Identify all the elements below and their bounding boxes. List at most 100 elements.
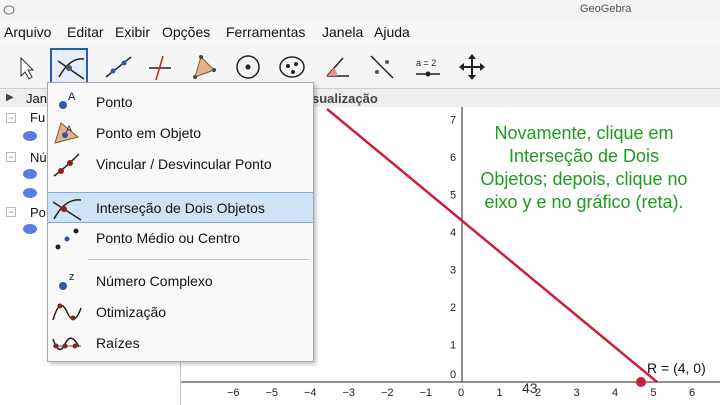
- y-tick-label: 2: [450, 302, 456, 314]
- roots-icon: [52, 337, 81, 351]
- y-tick-labels: 7 6 5 4 3 2 1 0: [450, 115, 456, 382]
- move-graphics-tool-button[interactable]: [452, 48, 490, 84]
- collapse-icon[interactable]: −: [6, 207, 16, 217]
- instruction-note: Novamente, clique em Interseção de Dois …: [480, 123, 688, 212]
- menu-exibir[interactable]: Exibir: [115, 24, 150, 40]
- ellipse-tool-button[interactable]: [272, 48, 310, 84]
- svg-text:z: z: [69, 271, 75, 283]
- move-arrows-icon: [459, 54, 485, 80]
- polygon-tool-button[interactable]: [184, 48, 222, 84]
- y-tick-label: 6: [450, 152, 456, 164]
- menu-item-label: Número Complexo: [96, 273, 213, 289]
- optimization-icon: [52, 303, 82, 321]
- arrow-cursor-icon: [20, 56, 35, 80]
- menu-item-label: Ponto em Objeto: [96, 125, 202, 141]
- x-tick-label: 4: [612, 387, 618, 399]
- x-tick-label: −6: [227, 387, 240, 399]
- menu-janela[interactable]: Janela: [322, 24, 363, 40]
- menu-editar[interactable]: Editar: [67, 24, 104, 40]
- menu-item-ponto-medio[interactable]: Ponto Médio ou Centro: [48, 223, 313, 254]
- y-tick-label: 7: [450, 115, 456, 127]
- intersect-tool-button[interactable]: [50, 48, 88, 84]
- polygon-icon: [193, 55, 216, 79]
- line-tool-button[interactable]: [98, 48, 136, 84]
- x-tick-label: −2: [381, 387, 394, 399]
- intersect-icon: [57, 58, 85, 80]
- collapse-triangle-icon[interactable]: ▶: [6, 92, 14, 103]
- reflect-tool-button[interactable]: [362, 48, 400, 84]
- title-bar: GeoGebra: [0, 0, 720, 21]
- move-tool-button[interactable]: [6, 48, 44, 84]
- window-title: GeoGebra: [580, 3, 632, 15]
- menu-opcoes[interactable]: Opções: [162, 24, 210, 40]
- object-visibility-dot[interactable]: [23, 131, 37, 141]
- collapse-icon[interactable]: −: [6, 113, 16, 123]
- menu-item-intersecao[interactable]: Interseção de Dois Objetos: [48, 192, 313, 223]
- menu-separator: [88, 259, 310, 260]
- menu-item-ponto[interactable]: A Ponto: [48, 87, 313, 118]
- menu-item-label: Interseção de Dois Objetos: [96, 200, 265, 216]
- menu-item-label: Vincular / Desvincular Ponto: [96, 156, 272, 172]
- circle-center-icon: [236, 55, 260, 79]
- x-tick-label: −4: [304, 387, 317, 399]
- line-icon: [105, 56, 132, 78]
- x-tick-labels: −6 −5 −4 −3 −2 −1 0 1 2 3 4 5 6: [227, 387, 695, 399]
- x-tick-label: 0: [458, 387, 464, 399]
- menu-ajuda[interactable]: Ajuda: [374, 24, 410, 40]
- point-tools-dropdown: A Ponto A Ponto em Objeto Vincular / Des…: [47, 82, 314, 362]
- menu-item-numero-complexo[interactable]: z Número Complexo: [48, 266, 313, 297]
- app-icon: [3, 5, 15, 15]
- perpendicular-line-icon: [149, 55, 171, 81]
- x-tick-label: 6: [689, 387, 695, 399]
- menu-ferramentas[interactable]: Ferramentas: [226, 24, 305, 40]
- y-tick-label: 4: [450, 227, 456, 239]
- x-tick-label: 5: [651, 387, 657, 399]
- attach-point-icon: [53, 153, 80, 177]
- point-on-object-icon: A: [54, 122, 80, 144]
- object-visibility-dot[interactable]: [23, 224, 37, 234]
- y-tick-label: 1: [450, 340, 456, 352]
- intersect-icon: [52, 199, 82, 221]
- object-visibility-dot[interactable]: [23, 169, 37, 179]
- menu-item-label: Raízes: [96, 335, 140, 351]
- x-tick-label: −1: [420, 387, 433, 399]
- point-icon: A: [59, 91, 76, 109]
- menu-item-label: Ponto Médio ou Centro: [96, 230, 240, 246]
- reflect-line-icon: [370, 55, 394, 79]
- intersection-point-r[interactable]: [636, 377, 646, 387]
- menu-item-otimizacao[interactable]: Otimização: [48, 297, 313, 328]
- svg-text:A: A: [68, 91, 76, 103]
- y-tick-label: 0: [450, 369, 456, 381]
- menu-item-label: Ponto: [96, 94, 133, 110]
- point-label: R = (4, 0): [647, 360, 706, 376]
- graphics-header-label: sualização: [312, 91, 378, 106]
- x-tick-label: 1: [497, 387, 503, 399]
- menu-item-ponto-em-objeto[interactable]: A Ponto em Objeto: [48, 118, 313, 149]
- angle-icon: [326, 57, 349, 77]
- algebra-node-points[interactable]: Po: [30, 205, 46, 220]
- complex-number-icon: z: [59, 271, 75, 290]
- svg-text:A: A: [66, 124, 72, 134]
- ellipse-icon: [279, 56, 305, 78]
- x-tick-label: −3: [343, 387, 356, 399]
- menu-bar: Arquivo Editar Exibir Opções Ferramentas…: [0, 20, 720, 44]
- slide-page-number: 43: [522, 380, 538, 396]
- slider-label: a = 2: [416, 58, 436, 68]
- algebra-node-functions[interactable]: Fu: [30, 110, 45, 125]
- menu-item-raizes[interactable]: Raízes: [48, 328, 313, 359]
- algebra-node-numbers[interactable]: Nú: [30, 150, 47, 165]
- collapse-icon[interactable]: −: [6, 152, 16, 162]
- algebra-header-label: Jan: [26, 91, 47, 106]
- angle-tool-button[interactable]: [318, 48, 356, 84]
- menu-item-vincular[interactable]: Vincular / Desvincular Ponto: [48, 149, 313, 180]
- menu-arquivo[interactable]: Arquivo: [4, 24, 51, 40]
- x-tick-label: −5: [266, 387, 279, 399]
- y-tick-label: 3: [450, 265, 456, 277]
- perpendicular-tool-button[interactable]: [140, 48, 178, 84]
- object-visibility-dot[interactable]: [23, 188, 37, 198]
- x-tick-label: 3: [574, 387, 580, 399]
- slider-tool-button[interactable]: a = 2: [408, 48, 446, 84]
- circle-tool-button[interactable]: [228, 48, 266, 84]
- midpoint-icon: [55, 228, 79, 250]
- slider-icon: a = 2: [416, 58, 440, 77]
